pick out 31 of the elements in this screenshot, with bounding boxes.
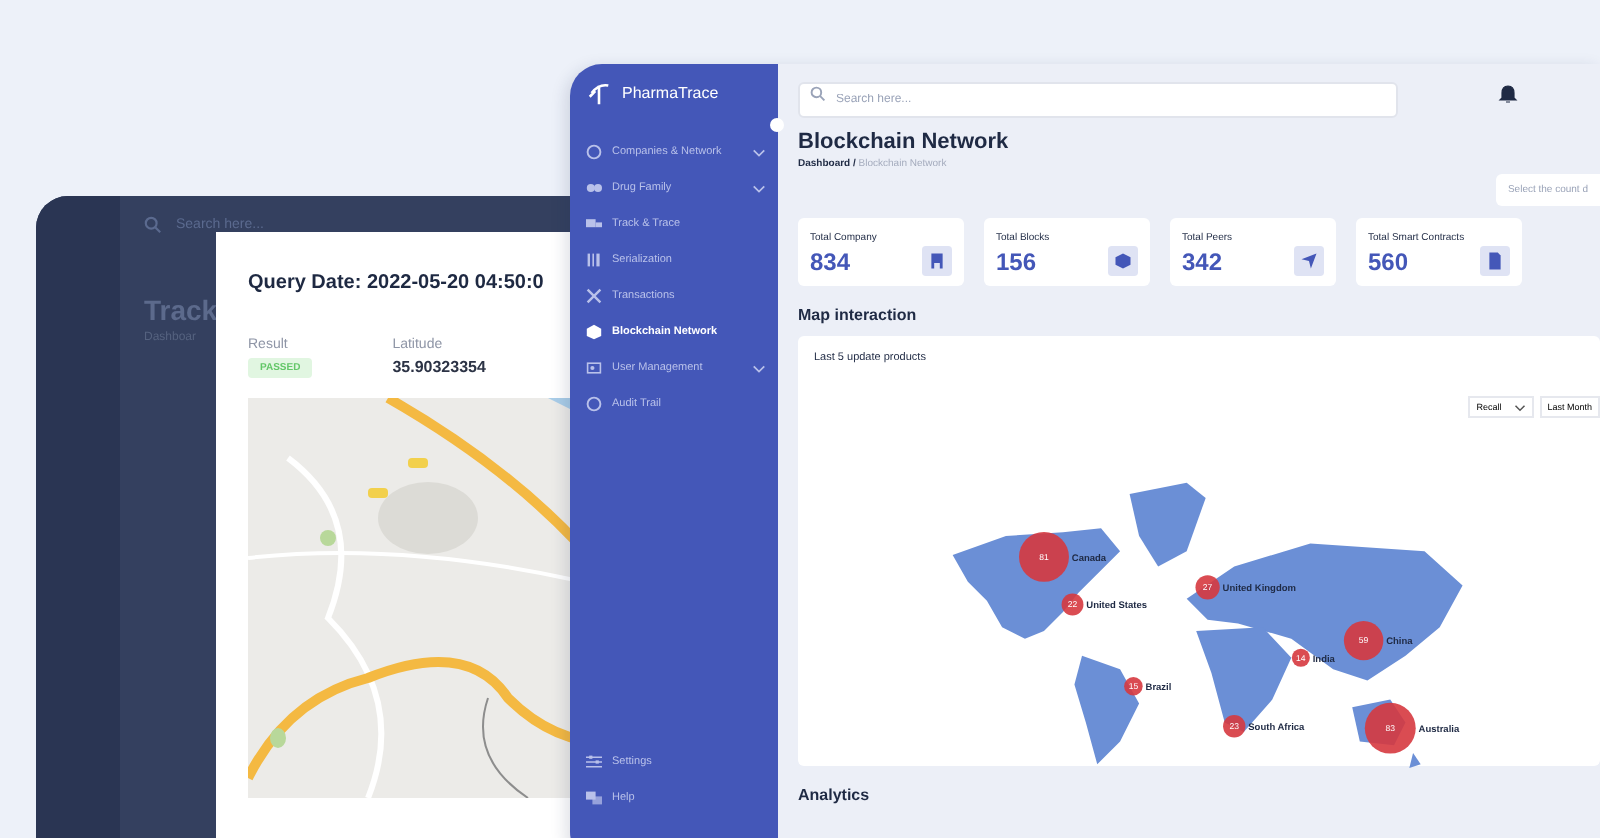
search-icon: [144, 215, 162, 233]
latitude-value: 35.90323354: [392, 358, 486, 376]
stat-value: 342: [1182, 248, 1225, 276]
collapse-handle[interactable]: [770, 118, 784, 132]
stat-value: 560: [1368, 248, 1411, 276]
chevron-icon: [752, 183, 766, 193]
stat-value: 156: [996, 248, 1039, 276]
building-icon: [922, 246, 952, 276]
pills-icon: [586, 180, 602, 196]
sliders-icon: [586, 754, 602, 770]
stat-value: 834: [810, 248, 853, 276]
users-icon: [586, 360, 602, 376]
search-icon: [810, 86, 826, 102]
barcode-icon: [586, 252, 602, 268]
globe-icon: [586, 144, 602, 160]
chevron-icon: [1513, 403, 1526, 411]
document-icon: [1480, 246, 1510, 276]
chevron-icon: [752, 147, 766, 157]
app-logo: PharmaTrace: [622, 84, 719, 102]
truck-icon: [586, 216, 602, 232]
bell-icon[interactable]: [1498, 84, 1518, 104]
section-title: Map interaction: [798, 306, 919, 324]
globe-icon: [586, 396, 602, 412]
section-title: Analytics: [798, 786, 872, 804]
nodes-icon: [1294, 246, 1324, 276]
logo-icon: [586, 80, 612, 106]
page-title: Blockchain Network: [798, 130, 1009, 154]
cube-icon: [1108, 246, 1138, 276]
chat-icon: [586, 790, 602, 806]
cube-icon: [586, 324, 602, 340]
chevron-icon: [752, 363, 766, 373]
